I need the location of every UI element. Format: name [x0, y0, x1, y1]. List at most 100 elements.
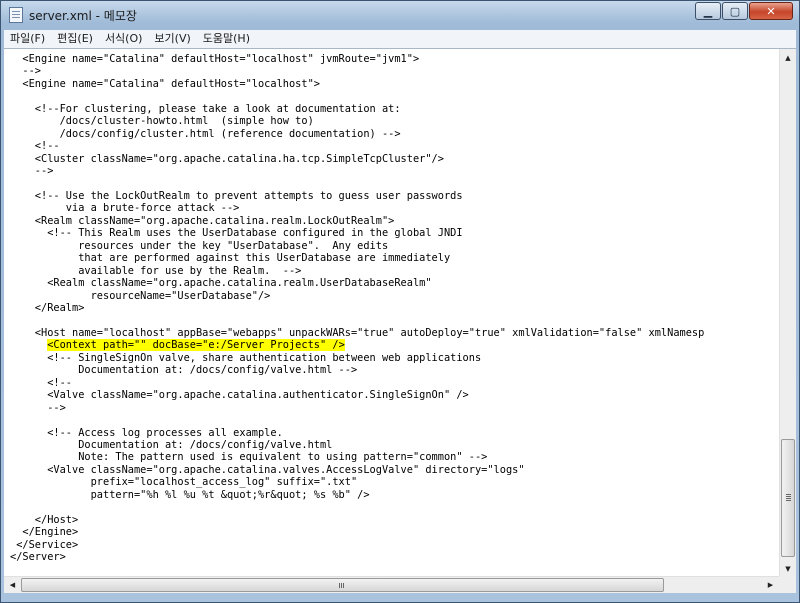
text-line: Documentation at: /docs/config/valve.htm… [10, 439, 332, 452]
title-bar[interactable]: server.xml - 메모장 ▁ ▢ ✕ [1, 1, 799, 29]
text-line-content: <!-- This Realm uses the UserDatabase co… [10, 227, 463, 240]
vertical-scroll-thumb[interactable] [781, 439, 795, 557]
text-line: <!--For clustering, please take a look a… [10, 103, 401, 116]
close-icon: ✕ [766, 4, 776, 18]
text-line-content: Documentation at: /docs/config/valve.htm… [10, 438, 333, 451]
text-line: <Context path="" docBase="e:/Server Proj… [10, 339, 345, 352]
text-line-content: <!-- [10, 140, 60, 153]
text-line-content: pattern="%h %l %u %t &quot;%r&quot; %s %… [10, 488, 370, 501]
text-line: --> [10, 402, 66, 415]
text-line-content: <Valve className="org.apache.catalina.va… [10, 463, 525, 476]
text-line-content: Note: The pattern used is equivalent to … [10, 451, 488, 464]
text-line-content: --> [10, 165, 54, 178]
menu-bar: 파일(F) 편집(E) 서식(O) 보기(V) 도움말(H) [4, 30, 796, 48]
vertical-scrollbar[interactable]: ▲ ▼ [779, 49, 796, 577]
minimize-button[interactable]: ▁ [695, 2, 721, 20]
text-line: <!-- [10, 377, 72, 390]
notepad-icon[interactable] [9, 7, 23, 23]
horizontal-scroll-thumb[interactable] [21, 578, 664, 592]
text-line: <!-- SingleSignOn valve, share authentic… [10, 352, 481, 365]
text-line: resources under the key "UserDatabase". … [10, 240, 388, 253]
text-line: --> [10, 65, 41, 78]
grip-icon [339, 583, 340, 588]
menu-view[interactable]: 보기(V) [148, 30, 196, 48]
text-line-content: </Engine> [10, 526, 79, 539]
scroll-up-icon[interactable]: ▲ [780, 49, 796, 66]
text-line: </Realm> [10, 302, 85, 315]
text-line-content: <Engine name="Catalina" defaultHost="loc… [10, 77, 320, 90]
text-line: available for use by the Realm. --> [10, 265, 301, 278]
maximize-icon: ▢ [729, 4, 741, 18]
text-line-content: resources under the key "UserDatabase". … [10, 239, 389, 252]
text-line-content: <Valve className="org.apache.catalina.au… [10, 389, 469, 402]
editor: <Engine name="Catalina" defaultHost="loc… [4, 48, 796, 593]
text-line-content: <Cluster className="org.apache.catalina.… [10, 152, 444, 165]
text-line-content: <!-- SingleSignOn valve, share authentic… [10, 351, 482, 364]
grip-icon [786, 494, 791, 495]
text-line: </Service> [10, 539, 78, 552]
text-line-content: <Engine name="Catalina" defaultHost="loc… [10, 53, 420, 65]
text-line: <!-- This Realm uses the UserDatabase co… [10, 227, 463, 240]
text-line-content: </Service> [10, 538, 79, 551]
text-line: <!-- Use the LockOutRealm to prevent att… [10, 190, 463, 203]
menu-file[interactable]: 파일(F) [4, 30, 51, 48]
text-line: that are performed against this UserData… [10, 252, 450, 265]
text-line-content: --> [10, 65, 41, 78]
scroll-down-icon[interactable]: ▼ [780, 560, 796, 577]
text-line-content: <!-- Use the LockOutRealm to prevent att… [10, 189, 463, 202]
text-line-content: prefix="localhost_access_log" suffix=".t… [10, 476, 358, 489]
caption-buttons: ▁ ▢ ✕ [694, 2, 793, 22]
text-line: --> [10, 165, 54, 178]
text-line: <Valve className="org.apache.catalina.au… [10, 389, 469, 402]
text-line-content: </Server> [10, 551, 66, 563]
text-line-content: <!-- Access log processes all example. [10, 426, 283, 439]
text-line: <Cluster className="org.apache.catalina.… [10, 153, 444, 166]
text-line-content: available for use by the Realm. --> [10, 264, 302, 277]
menu-help[interactable]: 도움말(H) [197, 30, 256, 48]
highlighted-text: <Context path="" docBase="e:/Server Proj… [47, 339, 345, 352]
text-line-content: </Realm> [10, 302, 85, 314]
text-line: <Host name="localhost" appBase="webapps"… [10, 326, 705, 340]
text-line: <Realm className="org.apache.catalina.re… [10, 277, 432, 290]
text-line: </Host> [10, 514, 78, 527]
text-line: </Engine> [10, 526, 78, 539]
scrollbar-corner [779, 576, 796, 593]
text-line: via a brute-force attack --> [10, 202, 240, 215]
maximize-button[interactable]: ▢ [722, 2, 748, 20]
text-line: /docs/cluster-howto.html (simple how to) [10, 115, 314, 128]
text-area[interactable]: <Engine name="Catalina" defaultHost="loc… [4, 49, 779, 577]
close-button[interactable]: ✕ [749, 2, 793, 20]
text-line: /docs/config/cluster.html (reference doc… [10, 128, 401, 141]
text-line-content: <!-- [10, 376, 72, 389]
text-line: Note: The pattern used is equivalent to … [10, 451, 487, 464]
text-line-content: /docs/cluster-howto.html (simple how to) [10, 115, 314, 128]
text-line: </Server> [10, 551, 66, 564]
menu-format[interactable]: 서식(O) [99, 30, 148, 48]
text-line-content: <Host name="localhost" appBase="webapps"… [10, 326, 705, 339]
text-line-content: <!--For clustering, please take a look a… [10, 102, 401, 115]
text-line-content: that are performed against this UserData… [10, 252, 451, 265]
text-line-content: <Realm className="org.apache.catalina.re… [10, 277, 432, 290]
text-line-content: --> [10, 401, 66, 414]
text-line-content: resourceName="UserDatabase"/> [10, 289, 271, 302]
text-line-content: Documentation at: /docs/config/valve.htm… [10, 364, 358, 377]
text-line: <Engine name="Catalina" defaultHost="loc… [10, 78, 320, 91]
text-line: <Engine name="Catalina" defaultHost="loc… [10, 53, 419, 66]
window-title: server.xml - 메모장 [29, 9, 137, 23]
text-line: <!-- [10, 140, 60, 153]
minimize-icon: ▁ [703, 4, 713, 18]
text-line: <Realm className="org.apache.catalina.re… [10, 214, 395, 228]
text-line: Documentation at: /docs/config/valve.htm… [10, 364, 357, 377]
text-line: prefix="localhost_access_log" suffix=".t… [10, 476, 358, 489]
scroll-left-icon[interactable]: ◀ [4, 577, 21, 593]
text-line: <Valve className="org.apache.catalina.va… [10, 463, 525, 477]
menu-edit[interactable]: 편집(E) [51, 30, 99, 48]
notepad-window: server.xml - 메모장 ▁ ▢ ✕ 파일(F) 편집(E) 서식(O)… [0, 0, 800, 603]
text-line: pattern="%h %l %u %t &quot;%r&quot; %s %… [10, 489, 370, 502]
text-line-content: <Realm className="org.apache.catalina.re… [10, 214, 395, 227]
horizontal-scrollbar[interactable]: ◀ ▶ [4, 576, 779, 593]
text-line-content: /docs/config/cluster.html (reference doc… [10, 127, 401, 140]
text-line-content: via a brute-force attack --> [10, 202, 240, 215]
scroll-right-icon[interactable]: ▶ [762, 577, 779, 593]
